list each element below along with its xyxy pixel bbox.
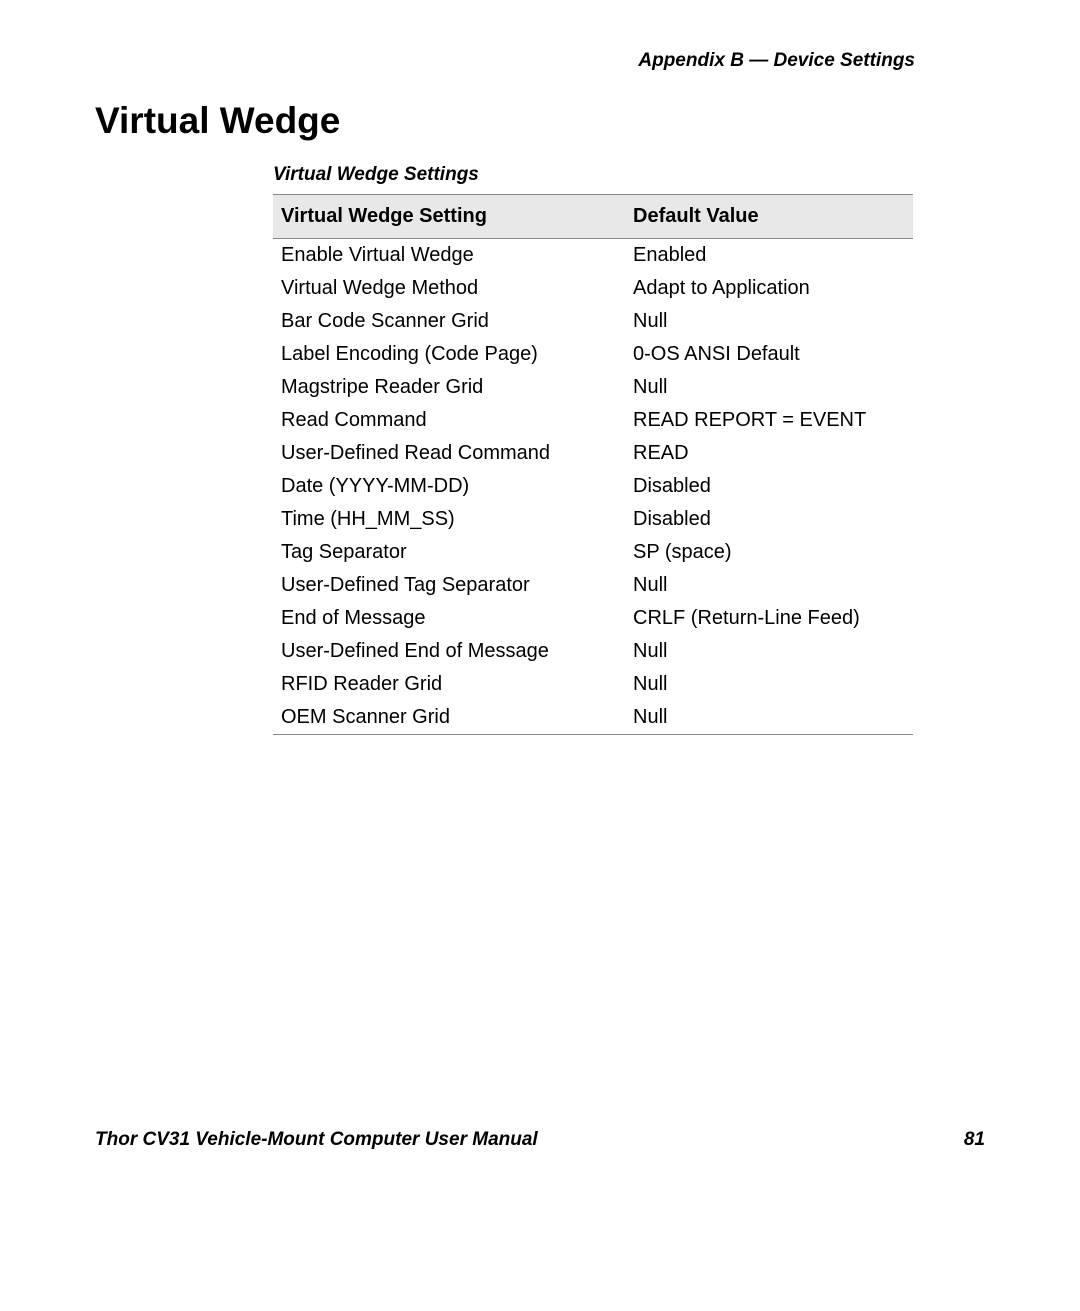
value-cell: Null bbox=[625, 635, 913, 668]
value-cell: Adapt to Application bbox=[625, 272, 913, 305]
setting-cell: Tag Separator bbox=[273, 536, 625, 569]
appendix-header: Appendix B — Device Settings bbox=[95, 50, 985, 72]
setting-cell: Label Encoding (Code Page) bbox=[273, 338, 625, 371]
table-row: Time (HH_MM_SS)Disabled bbox=[273, 503, 913, 536]
setting-cell: Virtual Wedge Method bbox=[273, 272, 625, 305]
table-row: Enable Virtual WedgeEnabled bbox=[273, 239, 913, 273]
setting-cell: Time (HH_MM_SS) bbox=[273, 503, 625, 536]
table-row: User-Defined Tag SeparatorNull bbox=[273, 569, 913, 602]
value-cell: Null bbox=[625, 371, 913, 404]
table-row: OEM Scanner GridNull bbox=[273, 701, 913, 735]
value-cell: Null bbox=[625, 305, 913, 338]
value-cell: READ REPORT = EVENT bbox=[625, 404, 913, 437]
table-row: Magstripe Reader GridNull bbox=[273, 371, 913, 404]
table-row: User-Defined Read CommandREAD bbox=[273, 437, 913, 470]
table-row: Date (YYYY-MM-DD)Disabled bbox=[273, 470, 913, 503]
setting-cell: User-Defined Tag Separator bbox=[273, 569, 625, 602]
setting-cell: Read Command bbox=[273, 404, 625, 437]
value-cell: Disabled bbox=[625, 470, 913, 503]
setting-cell: Enable Virtual Wedge bbox=[273, 239, 625, 273]
table-row: Tag SeparatorSP (space) bbox=[273, 536, 913, 569]
table-row: Bar Code Scanner GridNull bbox=[273, 305, 913, 338]
value-cell: Null bbox=[625, 668, 913, 701]
table-row: End of MessageCRLF (Return-Line Feed) bbox=[273, 602, 913, 635]
setting-cell: Magstripe Reader Grid bbox=[273, 371, 625, 404]
table-row: User-Defined End of MessageNull bbox=[273, 635, 913, 668]
value-cell: SP (space) bbox=[625, 536, 913, 569]
setting-cell: User-Defined End of Message bbox=[273, 635, 625, 668]
page-title: Virtual Wedge bbox=[95, 100, 985, 142]
col-header-value: Default Value bbox=[625, 195, 913, 239]
value-cell: READ bbox=[625, 437, 913, 470]
table-row: Label Encoding (Code Page)0-OS ANSI Defa… bbox=[273, 338, 913, 371]
table-row: RFID Reader GridNull bbox=[273, 668, 913, 701]
setting-cell: OEM Scanner Grid bbox=[273, 701, 625, 735]
col-header-setting: Virtual Wedge Setting bbox=[273, 195, 625, 239]
value-cell: Null bbox=[625, 701, 913, 735]
table-row: Virtual Wedge MethodAdapt to Application bbox=[273, 272, 913, 305]
setting-cell: User-Defined Read Command bbox=[273, 437, 625, 470]
table-caption: Virtual Wedge Settings bbox=[273, 164, 985, 186]
value-cell: CRLF (Return-Line Feed) bbox=[625, 602, 913, 635]
value-cell: Null bbox=[625, 569, 913, 602]
value-cell: 0-OS ANSI Default bbox=[625, 338, 913, 371]
settings-table: Virtual Wedge Setting Default Value Enab… bbox=[273, 194, 913, 735]
value-cell: Disabled bbox=[625, 503, 913, 536]
setting-cell: End of Message bbox=[273, 602, 625, 635]
table-row: Read CommandREAD REPORT = EVENT bbox=[273, 404, 913, 437]
footer-manual-title: Thor CV31 Vehicle-Mount Computer User Ma… bbox=[95, 1129, 538, 1151]
setting-cell: Date (YYYY-MM-DD) bbox=[273, 470, 625, 503]
value-cell: Enabled bbox=[625, 239, 913, 273]
setting-cell: RFID Reader Grid bbox=[273, 668, 625, 701]
setting-cell: Bar Code Scanner Grid bbox=[273, 305, 625, 338]
footer-page-number: 81 bbox=[964, 1129, 985, 1151]
